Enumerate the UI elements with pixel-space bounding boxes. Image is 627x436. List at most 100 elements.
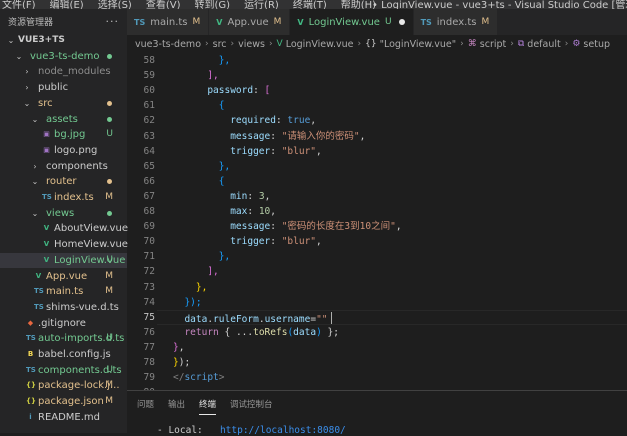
tree-item[interactable]: TS main.ts M xyxy=(0,284,127,299)
tree-item[interactable]: TS components.d.ts U xyxy=(0,363,127,378)
line-number: 73 xyxy=(143,281,155,293)
code-line[interactable]: { xyxy=(173,174,225,189)
breadcrumb-item[interactable]: setup xyxy=(583,39,610,50)
tree-item[interactable]: ⌄ VUE3+TS xyxy=(0,33,127,48)
menu-view[interactable]: 查看(V) xyxy=(146,0,181,9)
tree-item-label: main.ts xyxy=(46,286,84,298)
chevron-down-icon: ⌄ xyxy=(31,114,39,124)
code-token: , xyxy=(310,115,317,127)
setup-method-icon: ⚙ xyxy=(572,39,581,49)
tree-item[interactable]: {} package-lock.j... M xyxy=(0,378,127,393)
code-line[interactable]: }); xyxy=(173,355,190,370)
tab-debug-console[interactable]: 调试控制台 xyxy=(230,394,273,414)
tab-output[interactable]: 输出 xyxy=(168,394,185,414)
tree-item[interactable]: ⌄ src xyxy=(0,96,127,111)
tree-item[interactable]: i README.md xyxy=(0,410,127,425)
vue-file-icon: V xyxy=(43,224,50,233)
tree-item[interactable]: V HomeView.vue xyxy=(0,237,128,252)
terminal-url[interactable]: http://localhost:8080/ xyxy=(220,425,346,436)
code-line[interactable]: message: "密码的长度在3到10之间", xyxy=(173,219,401,234)
code-line[interactable]: }, xyxy=(173,159,230,174)
tree-item[interactable]: › public xyxy=(0,80,127,95)
unsaved-dot-icon[interactable] xyxy=(398,19,405,25)
breadcrumb-item[interactable]: script xyxy=(480,39,506,50)
code-line[interactable]: ], xyxy=(173,68,218,83)
tree-item[interactable]: ▣ bg.jpg U xyxy=(0,127,127,142)
vue-file-icon: V xyxy=(43,255,50,264)
menu-file[interactable]: 文件(F) xyxy=(2,0,36,9)
menu-edit[interactable]: 编辑(E) xyxy=(50,0,84,9)
tree-item[interactable]: ◆ .gitignore xyxy=(0,316,127,331)
tree-item[interactable]: ⌄ router xyxy=(0,174,127,189)
code-line[interactable]: }, xyxy=(173,53,230,68)
code-line[interactable]: max: 10, xyxy=(173,204,276,219)
breadcrumb-item[interactable]: vue3-ts-demo xyxy=(135,39,201,50)
code-line[interactable]: }, xyxy=(173,249,230,264)
breadcrumb-item[interactable]: default xyxy=(527,39,560,50)
terminal-output[interactable]: - Local: http://localhost:8080/ xyxy=(157,425,346,436)
code-token: trigger xyxy=(230,236,271,248)
tree-item[interactable]: ⌄ assets xyxy=(0,112,127,127)
menu-run[interactable]: 运行(R) xyxy=(244,0,279,9)
code-line[interactable]: </script> xyxy=(173,370,225,385)
tree-item[interactable]: › node_modules xyxy=(0,64,127,79)
menu-terminal[interactable]: 终端(T) xyxy=(293,0,327,9)
code-token: , xyxy=(359,130,366,142)
tree-item[interactable]: Bbabel.config.js xyxy=(0,347,127,362)
tree-item[interactable]: {} package.json M xyxy=(0,394,127,409)
tree-item[interactable]: TS index.ts M xyxy=(0,190,127,205)
code-line[interactable]: { xyxy=(173,98,225,113)
breadcrumb-separator-icon: › xyxy=(230,39,235,49)
code-line[interactable]: password: [ xyxy=(173,83,270,98)
git-status-dot xyxy=(107,179,112,185)
breadcrumb-separator-icon: › xyxy=(510,39,514,49)
breadcrumb-item[interactable]: src xyxy=(213,39,227,50)
breadcrumb: vue3-ts-demo › src › views › V LoginView.vue ›{}… xyxy=(127,35,627,53)
tab-terminal[interactable]: 终端 xyxy=(199,394,217,415)
breadcrumb-item[interactable]: LoginView.vue xyxy=(286,39,354,50)
code-line[interactable]: }, xyxy=(173,340,184,355)
code-line[interactable]: }); xyxy=(173,295,202,310)
editor-tab[interactable]: TS index.ts M xyxy=(413,9,499,35)
code-token: : xyxy=(270,236,282,248)
code-token: }); xyxy=(184,296,202,308)
json-file-icon: {} xyxy=(26,397,36,406)
code-line[interactable]: trigger: "blur", xyxy=(173,144,322,159)
tree-item[interactable]: › components xyxy=(0,159,127,174)
code-token: 10 xyxy=(258,206,271,217)
code-editor[interactable]: 58 59 60 61 62 63 64 65 66 67 68 69 70 71 72 73 74 75 76 77… xyxy=(127,53,627,390)
code-line[interactable]: trigger: "blur", xyxy=(173,234,322,249)
tree-item[interactable]: ▣ logo.png xyxy=(0,143,127,158)
tab-problems[interactable]: 问题 xyxy=(137,394,154,414)
code-line[interactable]: min: 3, xyxy=(173,189,270,204)
code-line[interactable]: }, xyxy=(173,280,207,295)
editor-tab[interactable]: V App.vue M xyxy=(209,9,291,35)
editor-tab[interactable]: V LoginView.vue U xyxy=(290,9,414,35)
tree-item[interactable]: V LoginView.vue U xyxy=(0,252,127,268)
breadcrumb-item[interactable]: views xyxy=(238,39,265,50)
tree-item[interactable]: TS auto-imports.d.ts U xyxy=(0,331,127,346)
tree-item[interactable]: V AboutView.vue xyxy=(0,221,128,236)
tree-item[interactable]: V App.vue M xyxy=(0,269,127,284)
code-line[interactable]: message: "请输入你的密码", xyxy=(173,129,365,144)
breadcrumb-item[interactable]: "LoginView.vue" xyxy=(380,39,457,50)
code-line[interactable]: ], xyxy=(173,264,218,279)
code-token: "" xyxy=(316,313,328,325)
code-line[interactable]: required: true, xyxy=(173,113,316,128)
more-actions-icon[interactable]: ··· xyxy=(106,15,120,28)
code-line[interactable]: return { ...toRefs(data) }; xyxy=(173,325,339,340)
tree-item[interactable]: ⌄ views xyxy=(0,206,127,221)
editor-tab[interactable]: TS main.ts M xyxy=(127,9,210,35)
line-number: 72 xyxy=(143,266,155,278)
menu-selection[interactable]: 选择(S) xyxy=(98,0,132,9)
menu-bar: 文件(F) 编辑(E) 选择(S) 查看(V) 转到(G) 运行(R) 终端(T) 帮助(H) xyxy=(2,0,390,9)
tree-item[interactable]: ⌄ vue3-ts-demo xyxy=(0,49,127,64)
tree-item-label: vue3-ts-demo xyxy=(30,50,100,62)
menu-help[interactable]: 帮助(H) xyxy=(341,0,376,9)
git-status-dot xyxy=(107,116,112,122)
code-line[interactable]: data.ruleForm.username="" xyxy=(173,310,332,325)
menu-go[interactable]: 转到(G) xyxy=(195,0,231,9)
tree-item[interactable]: TS shims-vue.d.ts xyxy=(0,300,127,315)
code-token: return xyxy=(184,326,219,338)
